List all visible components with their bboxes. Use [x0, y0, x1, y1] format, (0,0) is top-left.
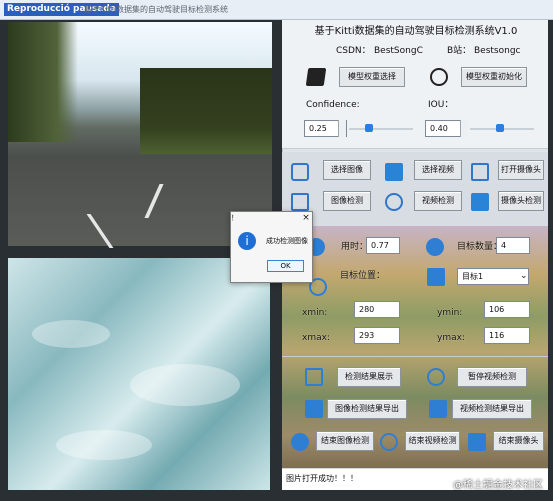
ocean-foam	[56, 430, 152, 460]
divider	[282, 356, 548, 357]
video-detect-icon	[385, 193, 403, 211]
video-icon	[385, 163, 403, 181]
export-video-icon	[429, 400, 447, 418]
xmax-value: 293	[354, 327, 400, 344]
stop-camera-icon	[468, 433, 486, 451]
export-image-icon	[305, 400, 323, 418]
gear-icon	[430, 68, 448, 86]
stop-image-icon	[291, 433, 309, 451]
confidence-slider-thumb[interactable]	[365, 124, 373, 132]
stop-image-detect-button[interactable]: 结束图像检测	[316, 431, 374, 451]
b-site-value: Bestsongc	[474, 46, 521, 56]
close-icon[interactable]: ×	[300, 212, 312, 224]
ocean-foam	[130, 364, 240, 406]
confidence-spinner[interactable]	[338, 120, 346, 137]
chevron-down-icon[interactable]: ⌄	[520, 271, 528, 282]
ymin-value: 106	[484, 301, 530, 318]
open-camera-button[interactable]: 打开摄像头	[498, 160, 544, 180]
export-image-result-button[interactable]: 图像检测结果导出	[327, 399, 407, 419]
divider	[282, 148, 548, 149]
model-weight-select-button[interactable]: 模型权重选择	[339, 67, 405, 87]
confidence-label: Confidence:	[306, 100, 360, 110]
select-image-button[interactable]: 选择图像	[323, 160, 371, 180]
ymax-label: ymax:	[437, 333, 465, 343]
stop-camera-button[interactable]: 结束摄像头	[493, 431, 544, 451]
csdn-label: CSDN：	[336, 46, 371, 56]
target-position-label: 目标位置：	[340, 271, 386, 281]
window-title: 基于Kitti数据集的自动驾驶目标检测系统	[84, 5, 228, 14]
ok-button[interactable]: OK	[267, 260, 304, 272]
csdn-value: BestSongC	[374, 46, 423, 56]
video-detect-button[interactable]: 视频检测	[414, 191, 462, 211]
ocean-foam	[32, 320, 110, 348]
stop-video-detect-button[interactable]: 结束视频检测	[405, 431, 460, 451]
iou-slider-thumb[interactable]	[495, 124, 504, 132]
b-site-label: B站：	[447, 46, 472, 56]
xmin-value: 280	[354, 301, 400, 318]
xmin-label: xmin:	[302, 308, 328, 318]
result-display-icon	[305, 368, 323, 386]
image-detect-button[interactable]: 图像检测	[323, 191, 371, 211]
dialog-message: 成功检测图像	[266, 237, 308, 245]
select-video-button[interactable]: 选择视频	[414, 160, 462, 180]
pie-chart-icon	[426, 238, 444, 256]
time-value: 0.77	[366, 237, 400, 254]
left-trees	[8, 22, 78, 142]
stop-video-icon	[380, 433, 398, 451]
image-detect-icon	[291, 193, 309, 211]
target-select[interactable]: 目标1	[457, 268, 529, 285]
time-label: 用时：	[341, 242, 369, 252]
confidence-slider[interactable]	[349, 128, 413, 130]
cube-icon	[305, 68, 327, 86]
info-icon: i	[238, 232, 256, 250]
show-result-button[interactable]: 检测结果展示	[337, 367, 401, 387]
pause-video-button[interactable]: 暂停视频检测	[457, 367, 527, 387]
image-icon	[291, 163, 309, 181]
camera-detect-button[interactable]: 摄像头检测	[498, 191, 544, 211]
pause-icon	[427, 368, 445, 386]
camera-detect-icon	[471, 193, 489, 211]
iou-spinner[interactable]	[460, 120, 468, 137]
right-trees	[140, 68, 272, 154]
export-video-result-button[interactable]: 视频检测结果导出	[452, 399, 532, 419]
iou-label: IOU：	[428, 100, 454, 110]
system-title: 基于Kitti数据集的自动驾驶目标检测系统V1.0	[314, 26, 518, 37]
target-count-value: 4	[496, 237, 530, 254]
target-icon	[427, 268, 445, 286]
model-weight-init-button[interactable]: 模型权重初始化	[461, 67, 527, 87]
ymax-value: 116	[484, 327, 530, 344]
xmax-label: xmax:	[302, 333, 330, 343]
camera-icon	[471, 163, 489, 181]
watermark: @稀土掘金技术社区	[453, 480, 543, 491]
ymin-label: ymin:	[437, 308, 463, 318]
